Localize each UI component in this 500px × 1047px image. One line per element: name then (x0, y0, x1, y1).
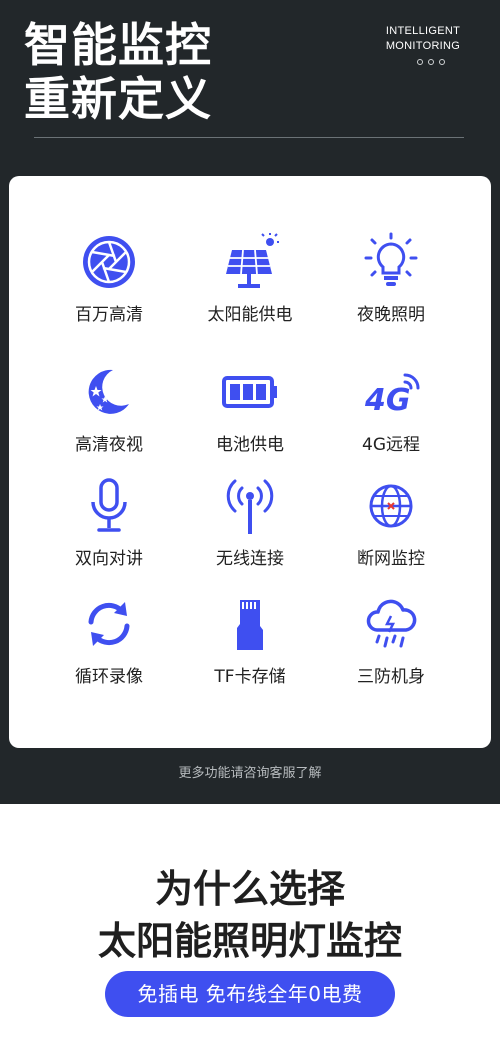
benefit-badge: 免插电 免布线全年0电费 (105, 971, 395, 1017)
feature-night-vision: 高清夜视 (39, 362, 179, 455)
rain-cloud-icon (366, 599, 417, 648)
antenna-icon (226, 479, 274, 534)
feature-solar: 太阳能供电 (180, 232, 320, 325)
feature-battery: 电池供电 (180, 362, 320, 455)
feature-4g: 4G 4G远程 (321, 362, 461, 455)
light-bulb-icon (364, 232, 418, 286)
feature-tf-card: TF卡存储 (180, 594, 320, 687)
feature-label: 断网监控 (357, 549, 425, 569)
feature-loop-recording: 循环录像 (39, 594, 179, 687)
feature-label: 太阳能供电 (207, 305, 293, 325)
svg-text:4G: 4G (364, 383, 411, 418)
camera-aperture-icon (83, 236, 135, 288)
more-info-note: 更多功能请咨询客服了解 (178, 766, 322, 781)
microphone-icon (91, 478, 127, 532)
sd-card-icon (237, 600, 263, 650)
feature-label: 无线连接 (216, 549, 284, 569)
feature-intercom: 双向对讲 (39, 476, 179, 569)
feature-label: 三防机身 (357, 667, 425, 687)
why-heading-line-1: 为什么选择 (154, 867, 345, 911)
english-line-1: INTELLIGENT (385, 25, 461, 37)
loop-arrows-icon (88, 602, 130, 646)
feature-label: 4G远程 (362, 435, 420, 455)
title-line-2: 重新定义 (24, 72, 212, 126)
feature-rugged-body: 三防机身 (321, 594, 461, 687)
feature-label: 循环录像 (75, 667, 143, 687)
feature-label: 百万高清 (75, 305, 143, 325)
feature-wireless: 无线连接 (180, 476, 320, 569)
decorative-dots (417, 59, 445, 65)
feature-label: 双向对讲 (75, 549, 143, 569)
feature-label: 电池供电 (216, 435, 284, 455)
dot (428, 59, 434, 65)
dark-header-section: 智能监控 重新定义 INTELLIGENT MONITORING 百万高清 太阳… (0, 0, 500, 804)
feature-label: 高清夜视 (75, 435, 143, 455)
features-card: 百万高清 太阳能供电 夜晚照明 高清夜视 电池供电 4G 4G远程 双向对讲 无… (9, 176, 491, 748)
why-heading-line-2: 太阳能照明灯监控 (97, 919, 402, 963)
globe-icon (369, 484, 413, 528)
feature-label: TF卡存储 (214, 667, 286, 687)
dot (417, 59, 423, 65)
feature-hd: 百万高清 (39, 232, 179, 325)
page-title: 智能监控 重新定义 (24, 18, 212, 126)
moon-stars-icon (88, 369, 129, 414)
english-subtitle: INTELLIGENT MONITORING (368, 24, 478, 54)
english-line-2: MONITORING (385, 40, 461, 52)
solar-panel-icon (226, 233, 279, 288)
battery-icon (222, 376, 277, 408)
dot (439, 59, 445, 65)
4g-signal-icon: 4G (364, 373, 420, 418)
title-line-1: 智能监控 (24, 18, 212, 72)
feature-label: 夜晚照明 (357, 305, 425, 325)
divider (34, 137, 464, 138)
feature-offline-monitoring: 断网监控 (321, 476, 461, 569)
feature-night-light: 夜晚照明 (321, 232, 461, 325)
